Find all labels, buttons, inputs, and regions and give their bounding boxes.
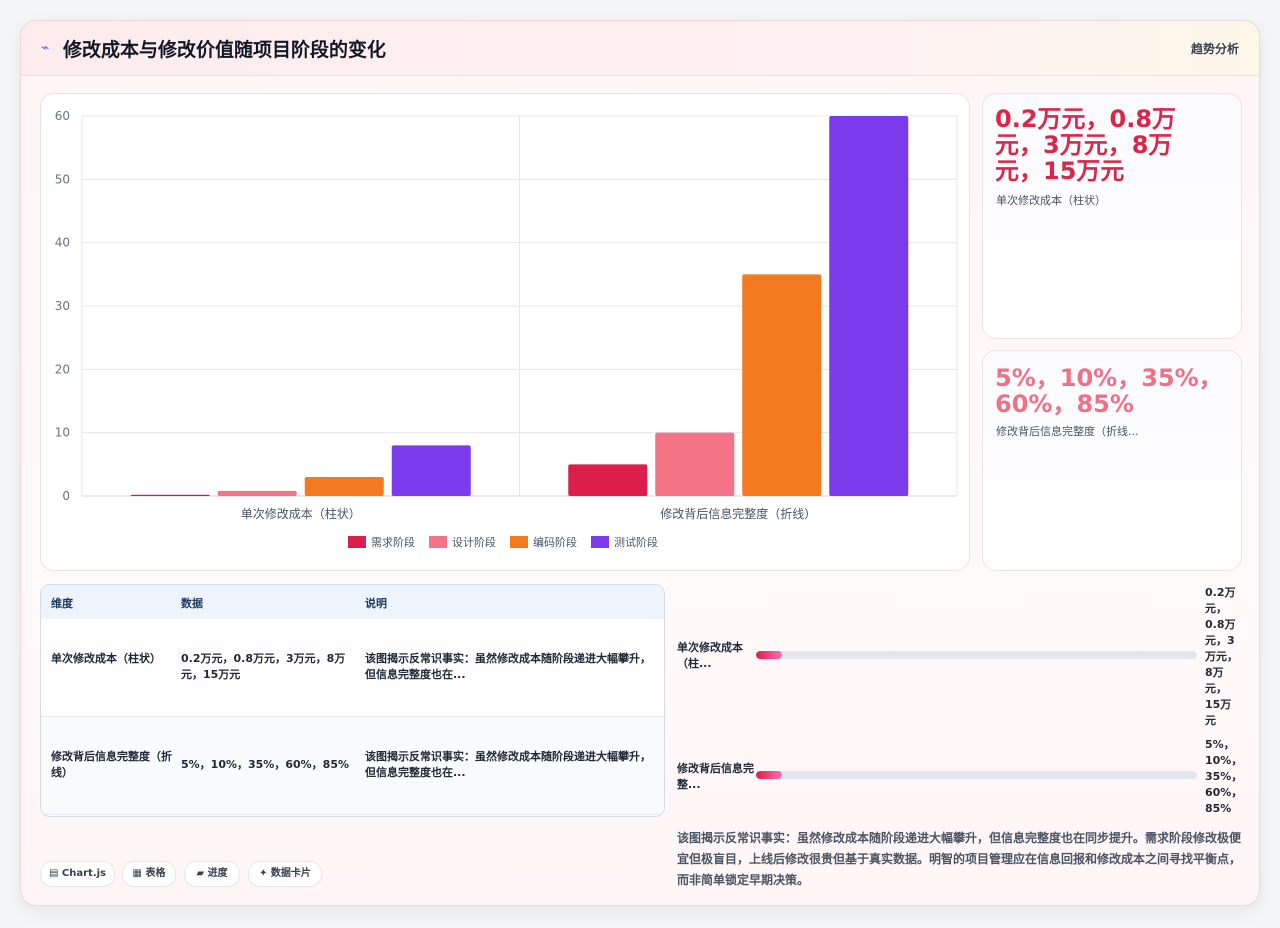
- table-cell-note: 该图揭示反常识事实：虽然修改成本随阶段递进大幅攀升，但信息完整度也在...: [365, 750, 651, 779]
- stat-value-cost: 0.2万元，0.8万元，3万元，8万元，15万元: [995, 105, 1177, 185]
- progress-label-completeness: 修改背后信息完整...: [677, 762, 754, 791]
- table-header-dimension: 维度: [51, 597, 73, 610]
- legend-swatch: [348, 536, 366, 548]
- table-row: 修改背后信息完整度（折线） 5%，10%，35%，60%，85% 该图揭示反常识…: [41, 717, 664, 815]
- table-cell-note: 该图揭示反常识事实：虽然修改成本随阶段递进大幅攀升，但信息完整度也在...: [365, 652, 651, 681]
- table-cell-data: 5%，10%，35%，60%，85%: [181, 758, 349, 771]
- trend-analysis-tag: 趋势分析: [1190, 42, 1239, 56]
- x-tick-label: 修改背后信息完整度（折线）: [660, 506, 816, 521]
- legend-label: 编码阶段: [533, 535, 577, 549]
- progress-value-cost: 0.2万元，0.8万元，3万元，8万元，15万元: [1205, 586, 1238, 727]
- y-tick-label: 60: [55, 109, 70, 123]
- legend-swatch: [510, 536, 528, 548]
- bar: [391, 445, 471, 496]
- header: ⌁ 修改成本与修改价值随项目阶段的变化 趋势分析: [21, 21, 1259, 76]
- data-table: 维度 数据 说明 单次修改成本（柱状） 0.2万元，0.8万元，3万元，8万元，…: [40, 584, 665, 817]
- stat-card-completeness: 5%，10%，35%，60%，85% 修改背后信息完整度（折线...: [982, 350, 1242, 571]
- stat-label-cost: 单次修改成本（柱状）: [996, 194, 1106, 207]
- legend-swatch: [429, 536, 447, 548]
- progress-fill-completeness: [756, 771, 783, 779]
- summary-text: 该图揭示反常识事实：虽然修改成本随阶段递进大幅攀升，但信息完整度也在同步提升。需…: [677, 831, 1242, 887]
- table-cell-dimension: 单次修改成本（柱状）: [51, 652, 161, 665]
- bar: [829, 116, 909, 496]
- legend-label: 测试阶段: [614, 535, 658, 549]
- y-tick-label: 10: [55, 426, 70, 440]
- y-tick-label: 40: [55, 236, 70, 250]
- stat-value-completeness: 5%，10%，35%，60%，85%: [995, 364, 1223, 418]
- chip-data-card[interactable]: ✦ 数据卡片: [248, 861, 322, 887]
- bar: [655, 432, 735, 496]
- y-tick-label: 30: [55, 299, 70, 313]
- stat-card-cost: 0.2万元，0.8万元，3万元，8万元，15万元 单次修改成本（柱状）: [982, 93, 1242, 339]
- bar: [304, 477, 384, 496]
- legend-label: 需求阶段: [371, 535, 415, 549]
- table-row: 单次修改成本（柱状） 0.2万元，0.8万元，3万元，8万元，15万元 该图揭示…: [41, 619, 664, 717]
- chip-chartjs[interactable]: ▤ Chart.js: [40, 861, 115, 887]
- chip-progress[interactable]: ▰ 进度: [184, 861, 240, 887]
- chart-panel: 0 10 20 30 40 50 60 单次修改成本（柱状） 修改背后信息完整度（折线） 需求阶段…: [40, 93, 970, 571]
- table-header-note: 说明: [365, 597, 387, 610]
- chip-table[interactable]: ▦ 表格: [122, 861, 176, 887]
- chart-line-icon: ⌁: [41, 40, 50, 56]
- legend-label: 设计阶段: [452, 535, 496, 549]
- bar: [217, 490, 297, 496]
- y-tick-label: 50: [55, 172, 70, 186]
- stat-label-completeness: 修改背后信息完整度（折线...: [996, 425, 1139, 438]
- progress-value-completeness: 5%，10%，35%，60%，85%: [1205, 738, 1243, 815]
- table-cell-data: 0.2万元，0.8万元，3万元，8万元，15万元: [181, 652, 346, 681]
- table-header: 维度 数据 说明: [41, 585, 664, 620]
- bar-chart: 0 10 20 30 40 50 60 单次修改成本（柱状） 修改背后信息完整度（折线） 需求阶段…: [55, 109, 958, 549]
- bar: [742, 274, 822, 496]
- legend-swatch: [591, 536, 609, 548]
- table-cell-dimension: 修改背后信息完整度（折线）: [51, 750, 172, 779]
- page-title: 修改成本与修改价值随项目阶段的变化: [63, 39, 387, 61]
- table-header-data: 数据: [181, 597, 203, 610]
- x-tick-label: 单次修改成本（柱状）: [241, 506, 361, 521]
- y-tick-label: 20: [55, 362, 70, 376]
- bar: [568, 464, 648, 496]
- y-tick-label: 0: [62, 489, 70, 503]
- progress-fill-cost: [756, 651, 783, 659]
- progress-track-cost: [756, 651, 1197, 659]
- bar: [130, 494, 210, 496]
- progress-track-completeness: [756, 771, 1197, 779]
- dashboard-card: ⌁ 修改成本与修改价值随项目阶段的变化 趋势分析 0 10 20 30 40 50 60 单次…: [20, 20, 1260, 906]
- progress-label-cost: 单次修改成本（柱...: [677, 641, 743, 670]
